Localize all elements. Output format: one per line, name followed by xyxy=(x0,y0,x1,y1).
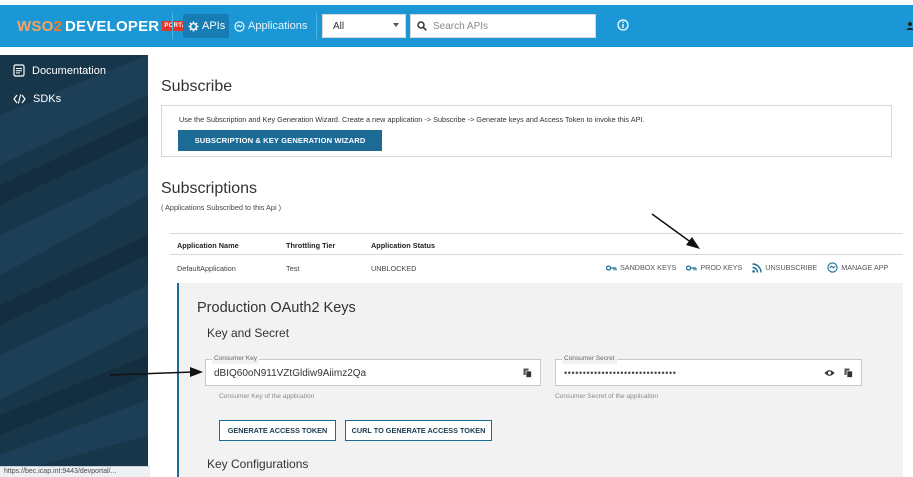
unsubscribe-button[interactable]: UNSUBSCRIBE xyxy=(752,262,818,273)
unsubscribe-label: UNSUBSCRIBE xyxy=(765,263,818,272)
consumer-secret-value: •••••••••••••••••••••••••••••• xyxy=(564,368,677,378)
info-icon[interactable] xyxy=(617,19,629,31)
nav-apis[interactable]: APIs xyxy=(183,14,229,38)
sidebar: Documentation SDKs xyxy=(0,55,148,477)
subscriptions-table-header: Application Name Throttling Tier Applica… xyxy=(170,233,903,255)
column-header-application-status: Application Status xyxy=(371,241,436,250)
throttling-tier-cell: Test xyxy=(286,264,300,273)
gear-icon xyxy=(188,20,199,32)
header-divider xyxy=(316,13,317,39)
subscribe-heading: Subscribe xyxy=(161,78,233,95)
document-icon xyxy=(13,64,25,77)
column-header-throttling-tier: Throttling Tier xyxy=(286,241,336,250)
production-keys-heading: Production OAuth2 Keys xyxy=(197,300,356,316)
consumer-key-label: Consumer Key xyxy=(212,354,259,364)
logo-two: 2 xyxy=(53,17,62,35)
nav-applications-label: Applications xyxy=(248,20,308,32)
manage-app-label: MANAGE APP xyxy=(841,263,889,272)
sidebar-item-documentation[interactable]: Documentation xyxy=(13,64,106,77)
devportal-page: WSO 2 DEVELOPER PORTAL APIs Applications… xyxy=(0,0,913,477)
curl-generate-token-button[interactable]: CURL TO GENERATE ACCESS TOKEN xyxy=(345,420,492,441)
table-row: DefaultApplication Test UNBLOCKED SANDBO… xyxy=(170,255,903,281)
wso2-logo[interactable]: WSO 2 DEVELOPER PORTAL xyxy=(17,16,193,36)
prod-keys-label: PROD KEYS xyxy=(700,263,743,272)
consumer-secret-field[interactable]: Consumer Secret ••••••••••••••••••••••••… xyxy=(555,354,862,386)
logo-wso: WSO xyxy=(17,17,54,35)
consumer-secret-hint: Consumer Secret of the application xyxy=(555,393,658,400)
subscriptions-heading: Subscriptions xyxy=(161,180,258,197)
column-header-application-name: Application Name xyxy=(177,241,239,250)
key-and-secret-heading: Key and Secret xyxy=(207,326,290,340)
generate-access-token-button[interactable]: GENERATE ACCESS TOKEN xyxy=(219,420,336,441)
chevron-down-icon xyxy=(393,23,399,27)
sidebar-item-label: Documentation xyxy=(32,64,106,77)
rss-icon xyxy=(752,262,762,273)
consumer-key-value: dBIQ60oN911VZtGldiw9Aiimz2Qa xyxy=(214,368,367,379)
user-icon[interactable] xyxy=(904,22,913,30)
search-box xyxy=(410,14,596,38)
search-scope-select[interactable]: All xyxy=(322,14,406,38)
copy-icon[interactable] xyxy=(523,368,532,378)
subscription-wizard-button[interactable]: SUBSCRIPTION & KEY GENERATION WIZARD xyxy=(178,130,382,151)
consumer-key-field[interactable]: Consumer Key dBIQ60oN911VZtGldiw9Aiimz2Q… xyxy=(205,354,541,386)
top-bar: WSO 2 DEVELOPER PORTAL APIs Applications… xyxy=(0,0,913,55)
sandbox-keys-label: SANDBOX KEYS xyxy=(620,263,677,272)
production-keys-panel: Production OAuth2 Keys Key and Secret Co… xyxy=(177,283,903,477)
eye-icon[interactable] xyxy=(824,369,835,377)
key-configurations-heading: Key Configurations xyxy=(207,457,309,471)
status-bar-url: https://bec.icap.int:9443/devportal/... xyxy=(0,466,150,477)
logo-developer: DEVELOPER xyxy=(64,17,160,35)
wizard-description: Use the Subscription and Key Generation … xyxy=(179,115,645,124)
sidebar-item-label: SDKs xyxy=(33,93,62,105)
row-actions: SANDBOX KEYS PROD KEYS UNSUBSCRIBE MANAG… xyxy=(606,262,888,273)
subscribe-wizard-panel: Use the Subscription and Key Generation … xyxy=(161,105,892,157)
keys-icon xyxy=(606,264,617,271)
manage-app-icon xyxy=(827,262,838,273)
search-scope-value: All xyxy=(333,20,345,32)
code-icon xyxy=(13,94,26,104)
nav-apis-label: APIs xyxy=(202,20,226,32)
header-divider xyxy=(172,13,173,39)
consumer-key-hint: Consumer Key of the application xyxy=(219,393,315,400)
subscriptions-subtitle: ( Applications Subscribed to this Api ) xyxy=(161,203,282,212)
search-input[interactable] xyxy=(433,20,583,32)
manage-app-button[interactable]: MANAGE APP xyxy=(827,262,888,273)
sidebar-background-pattern xyxy=(0,55,148,477)
application-status-cell: UNBLOCKED xyxy=(371,264,417,273)
consumer-secret-label: Consumer Secret xyxy=(562,354,617,364)
sidebar-item-sdks[interactable]: SDKs xyxy=(13,93,61,105)
sandbox-keys-button[interactable]: SANDBOX KEYS xyxy=(606,263,676,272)
nav-applications[interactable]: Applications xyxy=(234,14,307,38)
application-name-cell: DefaultApplication xyxy=(177,264,236,273)
prod-keys-button[interactable]: PROD KEYS xyxy=(686,263,742,272)
keys-icon xyxy=(686,264,697,271)
search-icon xyxy=(417,21,427,31)
copy-icon[interactable] xyxy=(844,368,853,378)
applications-icon xyxy=(234,20,245,32)
